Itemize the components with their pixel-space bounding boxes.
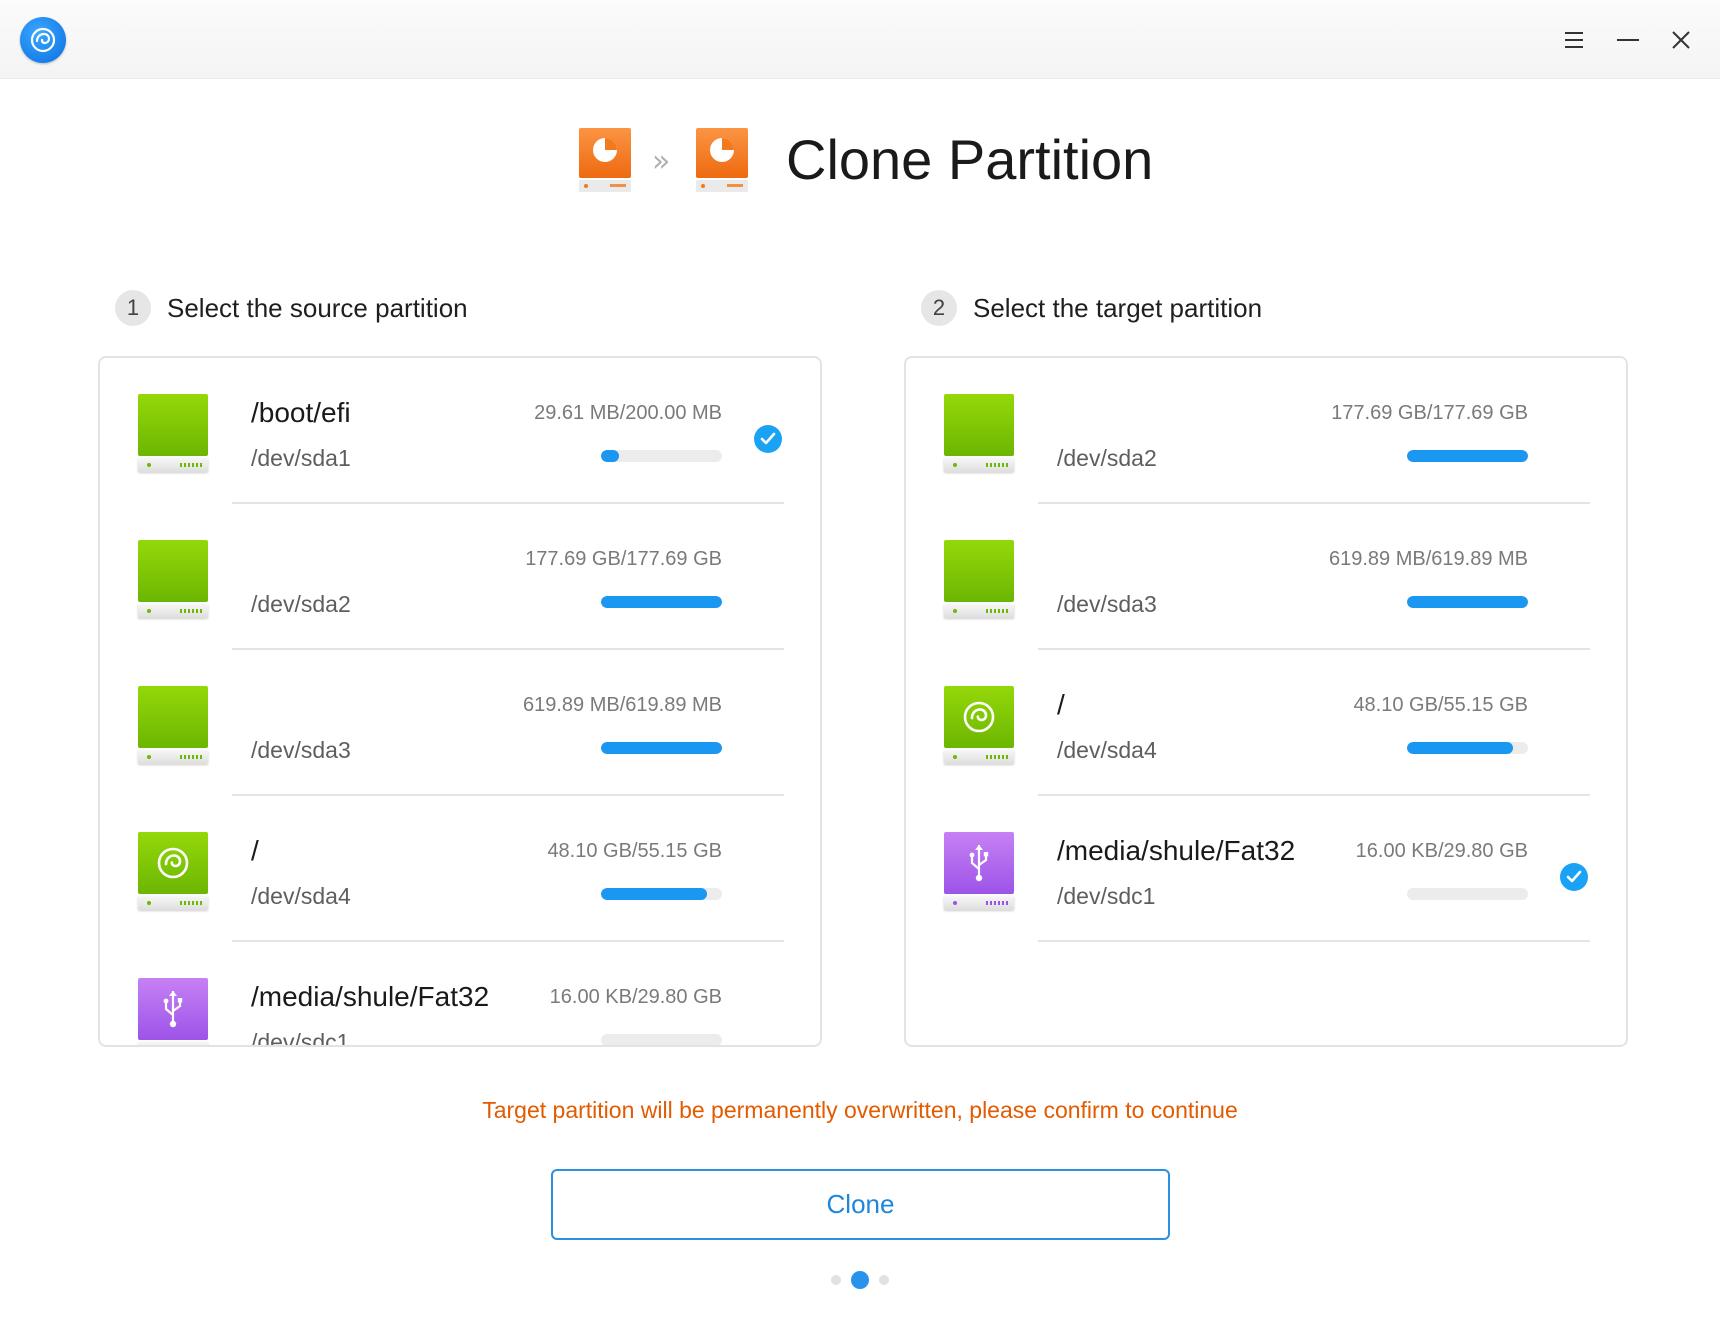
partition-row[interactable]: /media/shule/Fat32/dev/sdc1 16.00 KB/29.8… <box>906 796 1626 942</box>
partition-row[interactable]: /boot/efi/dev/sda1 29.61 MB/200.00 MB <box>100 358 820 504</box>
partition-row[interactable]: /media/shule/Fat32/dev/sdc1 16.00 KB/29.8… <box>100 942 820 1047</box>
usb-disk-icon <box>138 978 208 1045</box>
usage-size: 48.10 GB/55.15 GB <box>1353 694 1528 716</box>
usb-disk-icon <box>944 832 1014 910</box>
usage-bar-fill <box>1407 450 1528 462</box>
pagination-dots <box>0 1271 1720 1289</box>
green-disk-icon <box>944 394 1014 472</box>
arrow-separator: » <box>652 144 671 179</box>
usage-bar-fill <box>601 596 722 608</box>
page-dot[interactable] <box>879 1275 889 1285</box>
page-title: Clone Partition <box>786 128 1154 191</box>
clone-button[interactable]: Clone <box>551 1169 1170 1240</box>
mount-point: /boot/efi <box>251 397 351 428</box>
close-icon[interactable] <box>1661 20 1701 60</box>
source-partition-list[interactable]: /boot/efi/dev/sda1 29.61 MB/200.00 MB/dev… <box>98 356 822 1047</box>
source-disk-icon <box>577 128 633 194</box>
usage-bar <box>1407 450 1528 462</box>
usage-bar <box>601 450 722 462</box>
partition-row[interactable]: /dev/sda2 177.69 GB/177.69 GB <box>100 504 820 650</box>
usage-bar-fill <box>601 888 707 900</box>
selected-check-icon <box>1560 863 1588 891</box>
green-disk-icon <box>138 540 208 618</box>
device-path: /dev/sda4 <box>1057 737 1157 763</box>
system-disk-icon <box>944 686 1014 764</box>
system-disk-icon <box>138 832 208 910</box>
partition-row[interactable]: / /dev/sda4 48.10 GB/55.15 GB <box>100 796 820 942</box>
usage-bar <box>1407 742 1528 754</box>
usage-size: 48.10 GB/55.15 GB <box>547 840 722 862</box>
target-step-header: 2 Select the target partition <box>921 288 1262 328</box>
row-divider <box>1038 940 1590 942</box>
usage-size: 177.69 GB/177.69 GB <box>525 548 722 570</box>
device-path: /dev/sda4 <box>251 883 351 909</box>
mount-point: /media/shule/Fat32 <box>1057 835 1296 866</box>
mount-point: / <box>251 835 259 866</box>
overwrite-warning: Target partition will be permanently ove… <box>482 1097 1238 1123</box>
page-dot[interactable] <box>851 1271 869 1289</box>
usage-size: 29.61 MB/200.00 MB <box>534 402 722 424</box>
usage-size: 619.89 MB/619.89 MB <box>1328 548 1528 570</box>
step-number: 2 <box>921 290 957 326</box>
hamburger-menu-icon[interactable] <box>1554 20 1594 60</box>
green-disk-icon <box>138 394 208 472</box>
usage-bar <box>601 596 722 608</box>
mount-point: / <box>1057 689 1065 720</box>
target-disk-icon <box>694 128 750 194</box>
step-number: 1 <box>115 290 151 326</box>
usage-size: 16.00 KB/29.80 GB <box>549 986 722 1008</box>
partition-row[interactable]: /dev/sda2 177.69 GB/177.69 GB <box>906 358 1626 504</box>
device-path: /dev/sdc1 <box>1057 883 1156 909</box>
usage-size: 619.89 MB/619.89 MB <box>522 694 722 716</box>
usage-bar-fill <box>1407 742 1513 754</box>
usage-bar-fill <box>601 742 722 754</box>
usage-bar-fill <box>601 450 619 462</box>
page-dot[interactable] <box>831 1275 841 1285</box>
usage-bar <box>601 742 722 754</box>
usage-size: 177.69 GB/177.69 GB <box>1331 402 1528 424</box>
target-partition-list[interactable]: /dev/sda2 177.69 GB/177.69 GB/dev/sda3 619… <box>904 356 1628 1047</box>
device-path: /dev/sda1 <box>251 445 351 471</box>
usage-bar <box>1407 596 1528 608</box>
usage-bar <box>601 888 722 900</box>
usage-bar <box>1407 888 1528 900</box>
title-bar <box>0 0 1720 79</box>
page-header: » Clone Partition <box>0 122 1720 212</box>
device-path: /dev/sda3 <box>1057 591 1157 617</box>
mount-point: /media/shule/Fat32 <box>251 981 490 1012</box>
usage-bar <box>601 1034 722 1045</box>
usage-bar-fill <box>1407 596 1528 608</box>
app-logo-icon <box>20 17 66 63</box>
green-disk-icon <box>138 686 208 764</box>
device-path: /dev/sda2 <box>251 591 351 617</box>
device-path: /dev/sdc1 <box>251 1029 350 1047</box>
source-step-header: 1 Select the source partition <box>115 288 468 328</box>
selected-check-icon <box>754 425 782 453</box>
device-path: /dev/sda3 <box>251 737 351 763</box>
partition-row[interactable]: / /dev/sda4 48.10 GB/55.15 GB <box>906 650 1626 796</box>
step-label: Select the target partition <box>973 292 1263 323</box>
minimize-icon[interactable] <box>1608 20 1648 60</box>
step-label: Select the source partition <box>167 292 468 323</box>
device-path: /dev/sda2 <box>1057 445 1157 471</box>
usage-size: 16.00 KB/29.80 GB <box>1355 840 1528 862</box>
partition-row[interactable]: /dev/sda3 619.89 MB/619.89 MB <box>906 504 1626 650</box>
green-disk-icon <box>944 540 1014 618</box>
partition-row[interactable]: /dev/sda3 619.89 MB/619.89 MB <box>100 650 820 796</box>
